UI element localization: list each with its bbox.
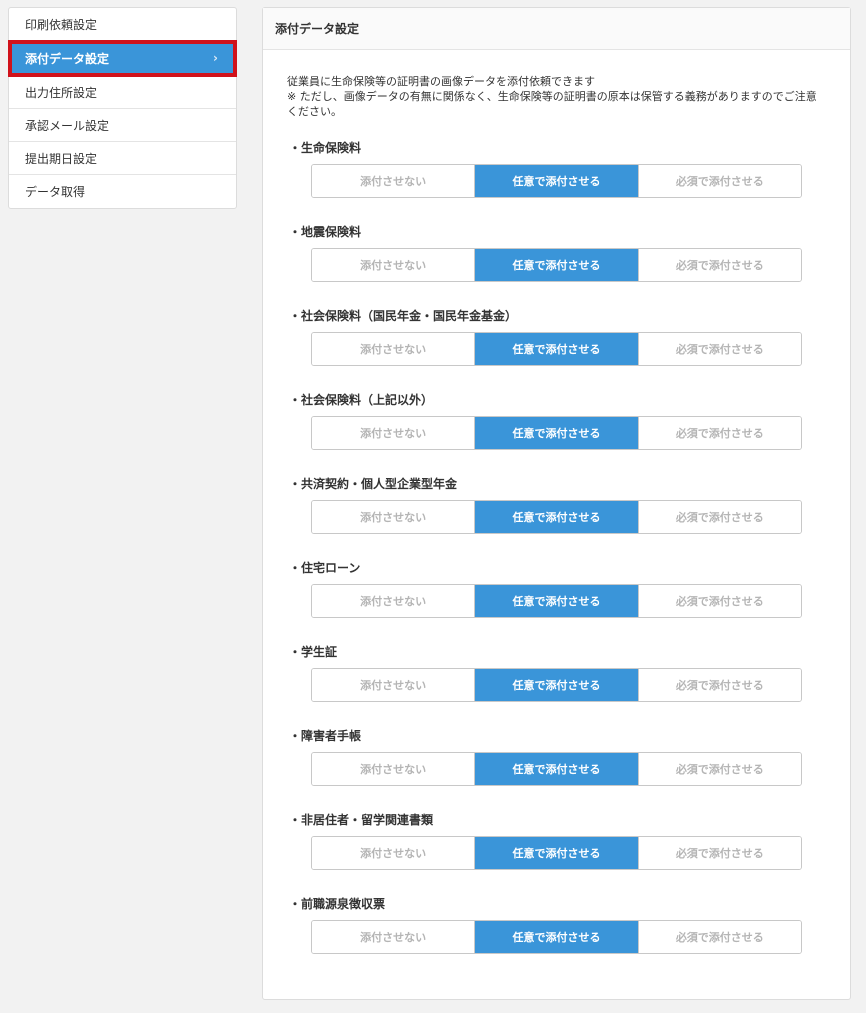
- optional-attach-button[interactable]: 任意で添付させる: [475, 417, 639, 449]
- sidebar-item-output-address[interactable]: 出力住所設定: [9, 76, 236, 109]
- sidebar-item-approval-mail[interactable]: 承認メール設定: [9, 109, 236, 142]
- sidebar-item-label: 提出期日設定: [25, 151, 98, 166]
- settings-sidebar: 印刷依頼設定 添付データ設定 › 出力住所設定 承認メール設定 提出期日設定 デ…: [8, 7, 237, 209]
- required-attach-button[interactable]: 必須で添付させる: [638, 333, 801, 365]
- section-label: ・前職源泉徴収票: [289, 897, 386, 911]
- attachment-section: ・学生証添付させない 任意で添付させる 必須で添付させる: [263, 643, 850, 727]
- sidebar-item-data-export[interactable]: データ取得: [9, 175, 236, 208]
- section-label: ・障害者手帳: [289, 729, 362, 743]
- optional-attach-button[interactable]: 任意で添付させる: [475, 753, 639, 785]
- not-attach-button[interactable]: 添付させない: [312, 417, 476, 449]
- not-attach-button[interactable]: 添付させない: [312, 165, 476, 197]
- description-line: 従業員に生命保険等の証明書の画像データを添付依頼できます: [287, 75, 595, 88]
- attachment-sections: ・生命保険料 添付させない 任意で添付させる 必須で添付させる ・地震保険料 添付させない…: [263, 119, 850, 979]
- attachment-option-toggle: 添付させない 任意で添付させる 必須で添付させる: [311, 752, 802, 786]
- not-attach-button[interactable]: 添付させない: [312, 249, 476, 281]
- required-attach-button[interactable]: 必須で添付させる: [638, 669, 801, 701]
- optional-attach-button[interactable]: 任意で添付させる: [475, 837, 639, 869]
- section-label: ・学生証: [289, 645, 338, 659]
- required-attach-button[interactable]: 必須で添付させる: [638, 165, 801, 197]
- optional-attach-button[interactable]: 任意で添付させる: [475, 921, 639, 953]
- required-attach-button[interactable]: 必須で添付させる: [638, 837, 801, 869]
- section-label: ・非居住者・留学関連書類: [289, 813, 434, 827]
- not-attach-button[interactable]: 添付させない: [312, 501, 476, 533]
- not-attach-button[interactable]: 添付させない: [312, 753, 476, 785]
- panel-description: 従業員に生命保険等の証明書の画像データを添付依頼できます ※ ただし、画像データ…: [263, 50, 850, 119]
- sidebar-item-due-date[interactable]: 提出期日設定: [9, 142, 236, 175]
- section-label: ・地震保険料: [289, 225, 362, 239]
- section-label: ・共済契約・個人型企業型年金: [289, 477, 458, 491]
- optional-attach-button[interactable]: 任意で添付させる: [475, 669, 639, 701]
- attachment-option-toggle: 添付させない 任意で添付させる 必須で添付させる: [311, 668, 802, 702]
- attachment-option-toggle: 添付させない 任意で添付させる 必須で添付させる: [311, 164, 802, 198]
- attachment-section: ・住宅ローン添付させない 任意で添付させる 必須で添付させる: [263, 559, 850, 643]
- required-attach-button[interactable]: 必須で添付させる: [638, 585, 801, 617]
- optional-attach-button[interactable]: 任意で添付させる: [475, 585, 639, 617]
- optional-attach-button[interactable]: 任意で添付させる: [475, 501, 639, 533]
- attachment-option-toggle: 添付させない 任意で添付させる 必須で添付させる: [311, 584, 802, 618]
- required-attach-button[interactable]: 必須で添付させる: [638, 753, 801, 785]
- section-label: ・社会保険料（国民年金・国民年金基金）: [289, 309, 518, 323]
- sidebar-item-attachment-settings[interactable]: 添付データ設定 ›: [8, 40, 237, 77]
- required-attach-button[interactable]: 必須で添付させる: [638, 921, 801, 953]
- optional-attach-button[interactable]: 任意で添付させる: [475, 165, 639, 197]
- required-attach-button[interactable]: 必須で添付させる: [638, 417, 801, 449]
- attachment-section: ・前職源泉徴収票添付させない 任意で添付させる 必須で添付させる: [263, 895, 850, 979]
- not-attach-button[interactable]: 添付させない: [312, 669, 476, 701]
- sidebar-item-label: 承認メール設定: [25, 118, 110, 133]
- required-attach-button[interactable]: 必須で添付させる: [638, 249, 801, 281]
- attachment-section: ・社会保険料（国民年金・国民年金基金） 添付させない 任意で添付させる 必須で添付させ…: [263, 307, 850, 391]
- sidebar-item-label: 出力住所設定: [25, 85, 98, 100]
- attachment-option-toggle: 添付させない 任意で添付させる 必須で添付させる: [311, 920, 802, 954]
- section-label: ・住宅ローン: [289, 561, 361, 575]
- description-note: ※ ただし、画像データの有無に関係なく、生命保険等の証明書の原本は保管する義務が…: [287, 90, 817, 118]
- optional-attach-button[interactable]: 任意で添付させる: [475, 249, 639, 281]
- attachment-option-toggle: 添付させない 任意で添付させる 必須で添付させる: [311, 416, 802, 450]
- attachment-option-toggle: 添付させない 任意で添付させる 必須で添付させる: [311, 500, 802, 534]
- sidebar-item-label: 添付データ設定: [25, 51, 110, 66]
- attachment-option-toggle: 添付させない 任意で添付させる 必須で添付させる: [311, 248, 802, 282]
- attachment-section: ・共済契約・個人型企業型年金添付させない 任意で添付させる 必須で添付させる: [263, 475, 850, 559]
- sidebar-item-label: 印刷依頼設定: [25, 17, 98, 32]
- not-attach-button[interactable]: 添付させない: [312, 585, 476, 617]
- section-label: ・生命保険料: [289, 141, 362, 155]
- optional-attach-button[interactable]: 任意で添付させる: [475, 333, 639, 365]
- attachment-settings-panel: 添付データ設定 従業員に生命保険等の証明書の画像データを添付依頼できます ※ た…: [262, 7, 851, 1000]
- required-attach-button[interactable]: 必須で添付させる: [638, 501, 801, 533]
- not-attach-button[interactable]: 添付させない: [312, 921, 476, 953]
- attachment-option-toggle: 添付させない 任意で添付させる 必須で添付させる: [311, 836, 802, 870]
- attachment-section: ・障害者手帳添付させない 任意で添付させる 必須で添付させる: [263, 727, 850, 811]
- attachment-section: ・生命保険料添付させない 任意で添付させる 必須で添付させる: [263, 139, 850, 223]
- panel-title: 添付データ設定: [263, 8, 850, 50]
- not-attach-button[interactable]: 添付させない: [312, 333, 476, 365]
- attachment-section: ・社会保険料（上記以外） 添付させない 任意で添付させる 必須で添付させる: [263, 391, 850, 475]
- attachment-section: ・非居住者・留学関連書類添付させない 任意で添付させる 必須で添付させる: [263, 811, 850, 895]
- sidebar-item-print-request[interactable]: 印刷依頼設定: [9, 8, 236, 41]
- attachment-option-toggle: 添付させない 任意で添付させる 必須で添付させる: [311, 332, 802, 366]
- chevron-right-icon: ›: [213, 51, 218, 65]
- sidebar-item-label: データ取得: [25, 185, 86, 199]
- section-label: ・社会保険料（上記以外）: [289, 393, 434, 407]
- attachment-section: ・地震保険料添付させない 任意で添付させる 必須で添付させる: [263, 223, 850, 307]
- not-attach-button[interactable]: 添付させない: [312, 837, 476, 869]
